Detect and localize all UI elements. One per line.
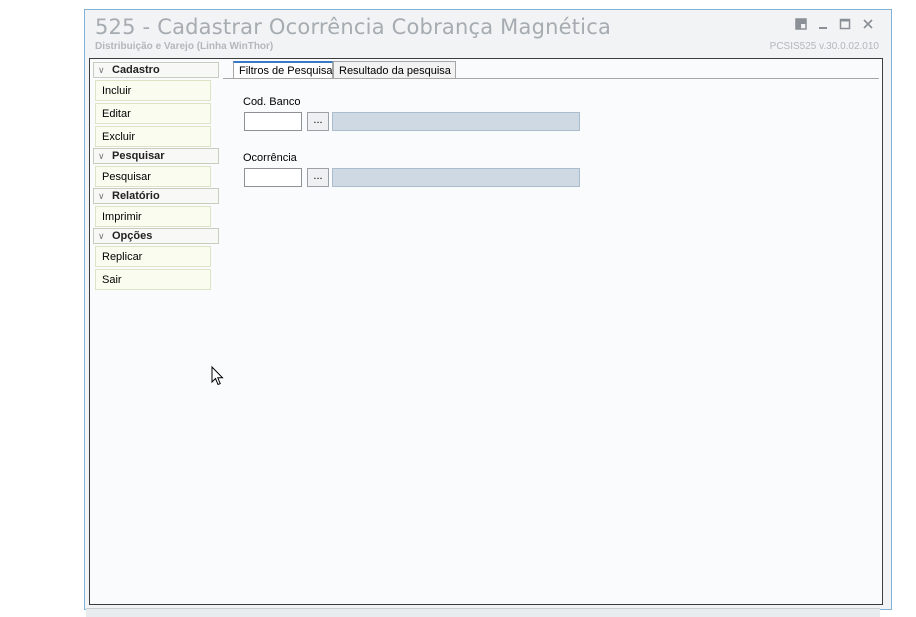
cod-banco-input[interactable]	[244, 112, 302, 131]
action-sidebar: ∨ Cadastro Incluir Editar Excluir ∨ Pesq…	[93, 61, 219, 291]
window-title: 525 - Cadastrar Ocorrência Cobrança Magn…	[95, 15, 612, 39]
group-header-pesquisar[interactable]: ∨ Pesquisar	[93, 148, 219, 164]
minimize-icon[interactable]	[815, 16, 831, 32]
imprimir-button[interactable]: Imprimir	[95, 206, 211, 227]
restore-icon[interactable]	[793, 16, 809, 32]
cod-banco-label: Cod. Banco	[243, 96, 301, 108]
maximize-icon[interactable]	[837, 16, 853, 32]
incluir-button[interactable]: Incluir	[95, 80, 211, 101]
group-header-label: Relatório	[112, 190, 160, 202]
group-header-relatorio[interactable]: ∨ Relatório	[93, 188, 219, 204]
replicar-button[interactable]: Replicar	[95, 246, 211, 267]
pesquisar-button[interactable]: Pesquisar	[95, 166, 211, 187]
group-header-label: Opções	[112, 230, 153, 242]
tab-filtros-de-pesquisa[interactable]: Filtros de Pesquisa	[233, 61, 333, 79]
group-header-cadastro[interactable]: ∨ Cadastro	[93, 62, 219, 78]
ocorrencia-input[interactable]	[244, 168, 302, 187]
chevron-down-icon: ∨	[98, 65, 105, 75]
version-label: PCSIS525 v.30.0.02.010	[769, 41, 879, 52]
group-header-opcoes[interactable]: ∨ Opções	[93, 228, 219, 244]
sair-button[interactable]: Sair	[95, 269, 211, 290]
mouse-pointer-icon	[211, 365, 224, 389]
group-header-label: Pesquisar	[112, 150, 165, 162]
group-header-label: Cadastro	[112, 64, 160, 76]
tab-resultado-da-pesquisa[interactable]: Resultado da pesquisa	[333, 61, 456, 79]
filters-panel: Cod. Banco ... Ocorrência ...	[223, 79, 879, 599]
close-icon[interactable]	[860, 16, 876, 32]
chevron-down-icon: ∨	[98, 151, 105, 161]
window-subtitle: Distribuição e Varejo (Linha WinThor)	[95, 41, 274, 52]
cod-banco-lookup-button[interactable]: ...	[307, 112, 329, 131]
client-area: ∨ Cadastro Incluir Editar Excluir ∨ Pesq…	[89, 58, 883, 605]
editar-button[interactable]: Editar	[95, 103, 211, 124]
chevron-down-icon: ∨	[98, 231, 105, 241]
ocorrencia-label: Ocorrência	[243, 152, 297, 164]
app-window: 525 - Cadastrar Ocorrência Cobrança Magn…	[84, 9, 892, 610]
ocorrencia-lookup-button[interactable]: ...	[307, 168, 329, 187]
chevron-down-icon: ∨	[98, 191, 105, 201]
cod-banco-description-field	[332, 112, 580, 131]
excluir-button[interactable]: Excluir	[95, 126, 211, 147]
ocorrencia-description-field	[332, 168, 580, 187]
